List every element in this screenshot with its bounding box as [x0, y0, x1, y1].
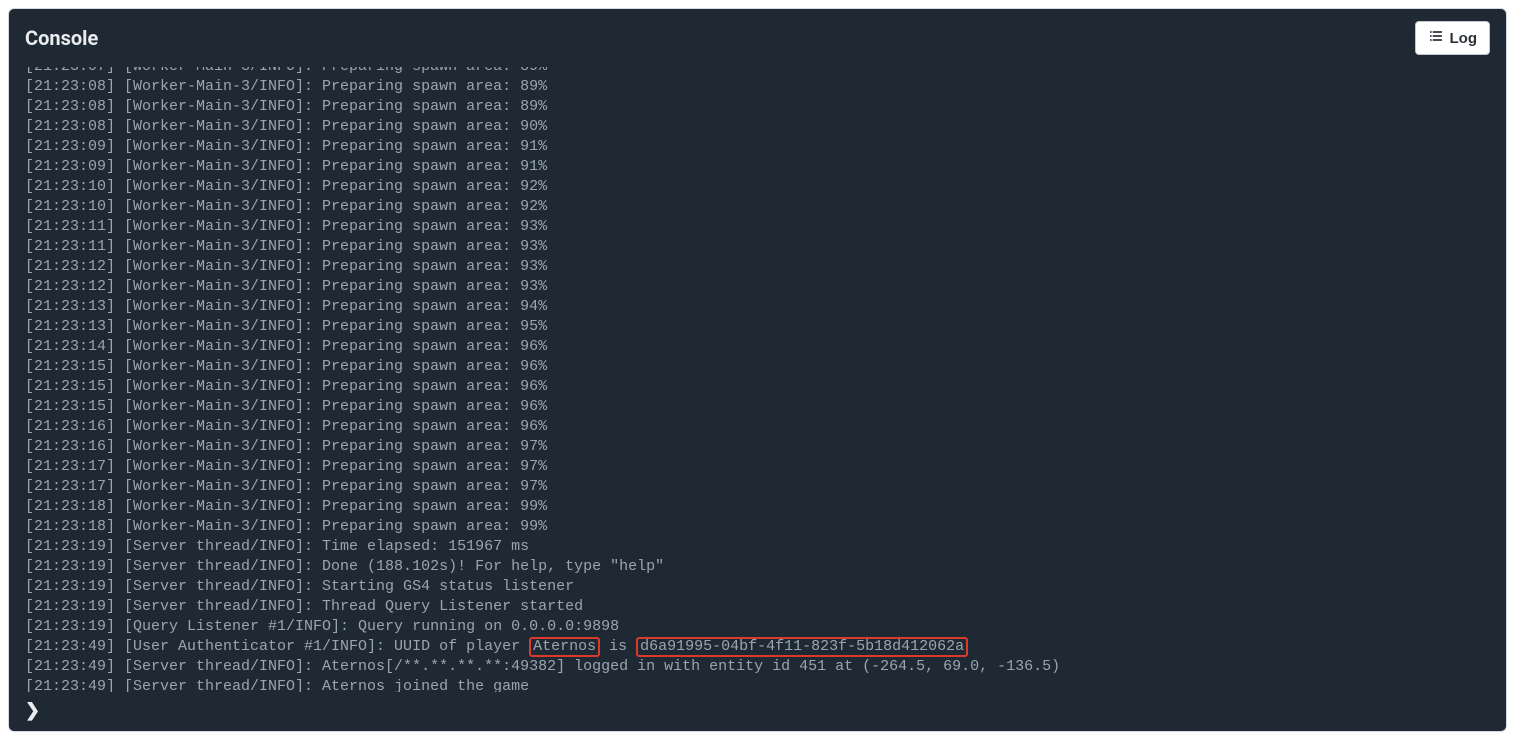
log-button[interactable]: Log: [1415, 21, 1491, 55]
log-line: [21:23:09] [Worker-Main-3/INFO]: Prepari…: [25, 157, 1490, 177]
log-line: [21:23:19] [Server thread/INFO]: Done (1…: [25, 557, 1490, 577]
log-line: [21:23:08] [Worker-Main-3/INFO]: Prepari…: [25, 77, 1490, 97]
log-line: [21:23:15] [Worker-Main-3/INFO]: Prepari…: [25, 357, 1490, 377]
log-line: [21:23:10] [Worker-Main-3/INFO]: Prepari…: [25, 197, 1490, 217]
log-line: [21:23:19] [Server thread/INFO]: Startin…: [25, 577, 1490, 597]
log-lines: [21:23:07] [Worker-Main-3/INFO]: Prepari…: [25, 67, 1490, 692]
console-body[interactable]: [21:23:07] [Worker-Main-3/INFO]: Prepari…: [9, 67, 1506, 696]
log-line: [21:23:18] [Worker-Main-3/INFO]: Prepari…: [25, 497, 1490, 517]
log-line: [21:23:13] [Worker-Main-3/INFO]: Prepari…: [25, 317, 1490, 337]
log-line: [21:23:12] [Worker-Main-3/INFO]: Prepari…: [25, 257, 1490, 277]
highlight-uuid: d6a91995-04bf-4f11-823f-5b18d412062a: [636, 637, 968, 657]
log-line: [21:23:18] [Worker-Main-3/INFO]: Prepari…: [25, 517, 1490, 537]
log-line: [21:23:13] [Worker-Main-3/INFO]: Prepari…: [25, 297, 1490, 317]
log-line: [21:23:19] [Query Listener #1/INFO]: Que…: [25, 617, 1490, 637]
panel-title: Console: [25, 26, 98, 50]
log-line: [21:23:49] [Server thread/INFO]: Aternos…: [25, 677, 1490, 692]
log-button-label: Log: [1450, 30, 1478, 47]
log-line: [21:23:15] [Worker-Main-3/INFO]: Prepari…: [25, 397, 1490, 417]
log-line: [21:23:09] [Worker-Main-3/INFO]: Prepari…: [25, 137, 1490, 157]
console-input-row[interactable]: ❯: [9, 696, 1506, 731]
log-line: [21:23:08] [Worker-Main-3/INFO]: Prepari…: [25, 117, 1490, 137]
log-line: [21:23:12] [Worker-Main-3/INFO]: Prepari…: [25, 277, 1490, 297]
log-line: [21:23:16] [Worker-Main-3/INFO]: Prepari…: [25, 417, 1490, 437]
panel-header: Console Log: [9, 9, 1506, 67]
log-line: [21:23:49] [Server thread/INFO]: Aternos…: [25, 657, 1490, 677]
log-line: [21:23:10] [Worker-Main-3/INFO]: Prepari…: [25, 177, 1490, 197]
log-line: [21:23:11] [Worker-Main-3/INFO]: Prepari…: [25, 217, 1490, 237]
log-line: [21:23:49] [User Authenticator #1/INFO]:…: [25, 637, 1490, 657]
log-line: [21:23:16] [Worker-Main-3/INFO]: Prepari…: [25, 437, 1490, 457]
list-icon: [1428, 28, 1444, 48]
highlight-player-name: Aternos: [529, 637, 600, 657]
log-line: [21:23:15] [Worker-Main-3/INFO]: Prepari…: [25, 377, 1490, 397]
prompt-caret-icon: ❯: [25, 700, 40, 721]
log-line: [21:23:17] [Worker-Main-3/INFO]: Prepari…: [25, 477, 1490, 497]
log-line: [21:23:14] [Worker-Main-3/INFO]: Prepari…: [25, 337, 1490, 357]
log-line: [21:23:17] [Worker-Main-3/INFO]: Prepari…: [25, 457, 1490, 477]
log-line: [21:23:07] [Worker-Main-3/INFO]: Prepari…: [25, 67, 1490, 77]
log-line: [21:23:19] [Server thread/INFO]: Thread …: [25, 597, 1490, 617]
log-line: [21:23:19] [Server thread/INFO]: Time el…: [25, 537, 1490, 557]
log-line: [21:23:11] [Worker-Main-3/INFO]: Prepari…: [25, 237, 1490, 257]
console-panel: Console Log [21:23:07] [Worker-Main-3/IN…: [8, 8, 1507, 732]
log-line: [21:23:08] [Worker-Main-3/INFO]: Prepari…: [25, 97, 1490, 117]
